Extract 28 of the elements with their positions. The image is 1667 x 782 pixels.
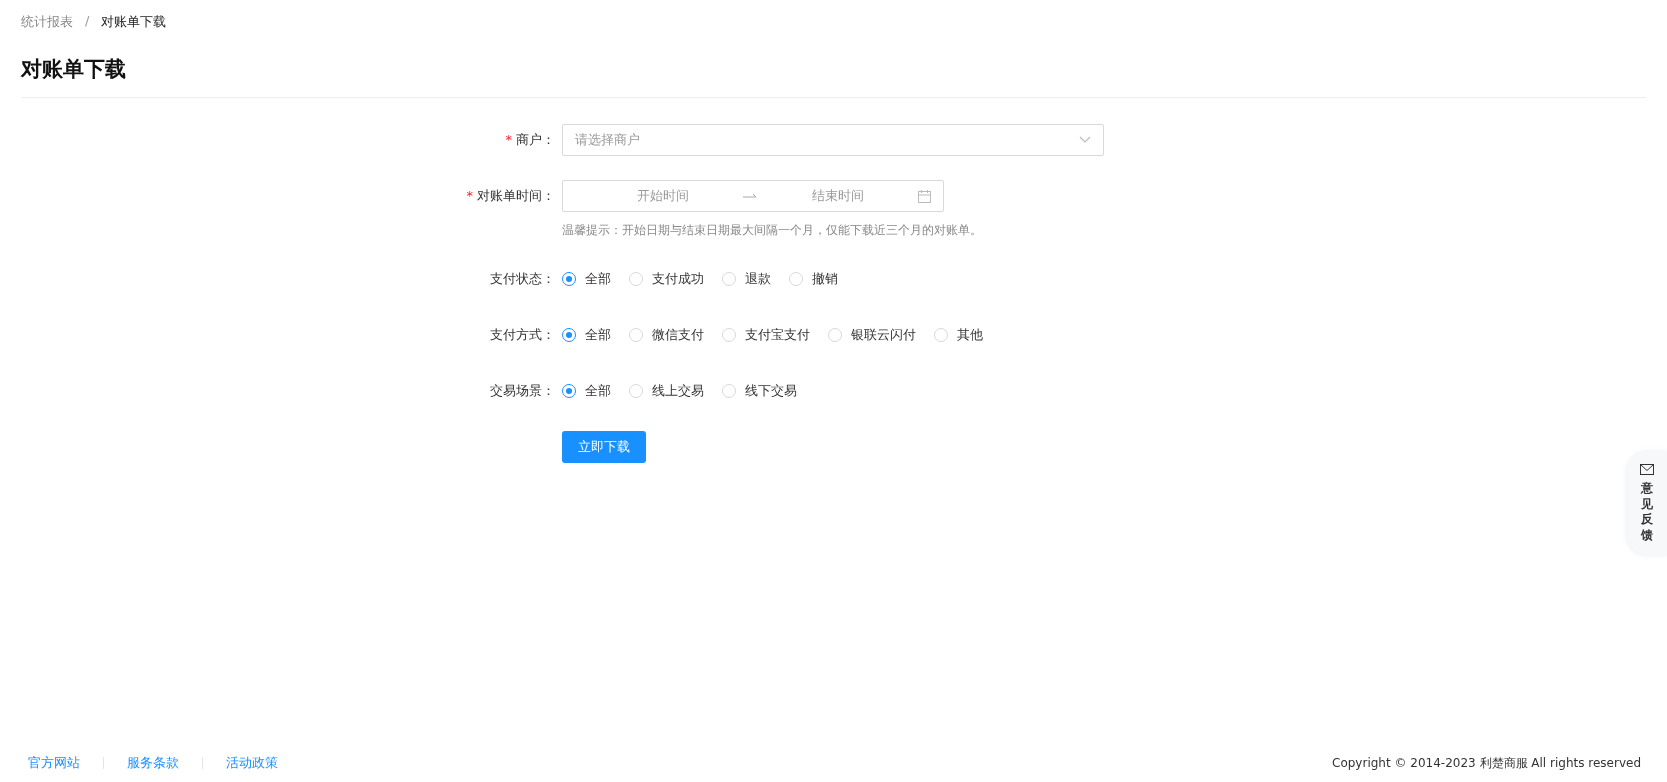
radio-label[interactable]: 支付宝支付: [745, 326, 810, 344]
radio-label[interactable]: 全部: [585, 326, 611, 344]
radio-label[interactable]: 线下交易: [745, 382, 797, 400]
calendar-icon: [918, 189, 931, 203]
mail-icon: [1640, 464, 1654, 475]
radio-label[interactable]: 全部: [585, 270, 611, 288]
radio-label[interactable]: 撤销: [812, 270, 838, 288]
feedback-tab[interactable]: 意见反馈: [1627, 452, 1667, 556]
field-label: * 对账单时间：: [465, 187, 556, 205]
radio-label[interactable]: 微信支付: [652, 326, 704, 344]
breadcrumb-item[interactable]: 统计报表: [21, 13, 73, 31]
breadcrumb-item: 对账单下载: [101, 13, 167, 31]
hint-text: 温馨提示：开始日期与结束日期最大间隔一个月，仅能下载近三个月的对账单。: [562, 222, 982, 239]
radio-label[interactable]: 其他: [957, 326, 983, 344]
breadcrumb-separator: /: [85, 13, 90, 30]
page-title: 对账单下载: [21, 56, 127, 83]
radio-label[interactable]: 线上交易: [652, 382, 704, 400]
field-label: 支付状态：: [489, 270, 556, 288]
copyright-text: Copyright © 2014-2023 利楚商服 All rights reserved: [1332, 754, 1641, 772]
arrow-right-icon: [743, 193, 758, 199]
radio-label[interactable]: 银联云闪付: [851, 326, 916, 344]
field-label: 支付方式：: [489, 326, 556, 344]
chevron-down-icon: [1079, 136, 1091, 144]
field-label: 交易场景：: [489, 382, 556, 400]
radio-label[interactable]: 退款: [745, 270, 771, 288]
radio-label[interactable]: 全部: [585, 382, 611, 400]
radio-label[interactable]: 支付成功: [652, 270, 704, 288]
field-label: * 商户：: [504, 131, 556, 149]
